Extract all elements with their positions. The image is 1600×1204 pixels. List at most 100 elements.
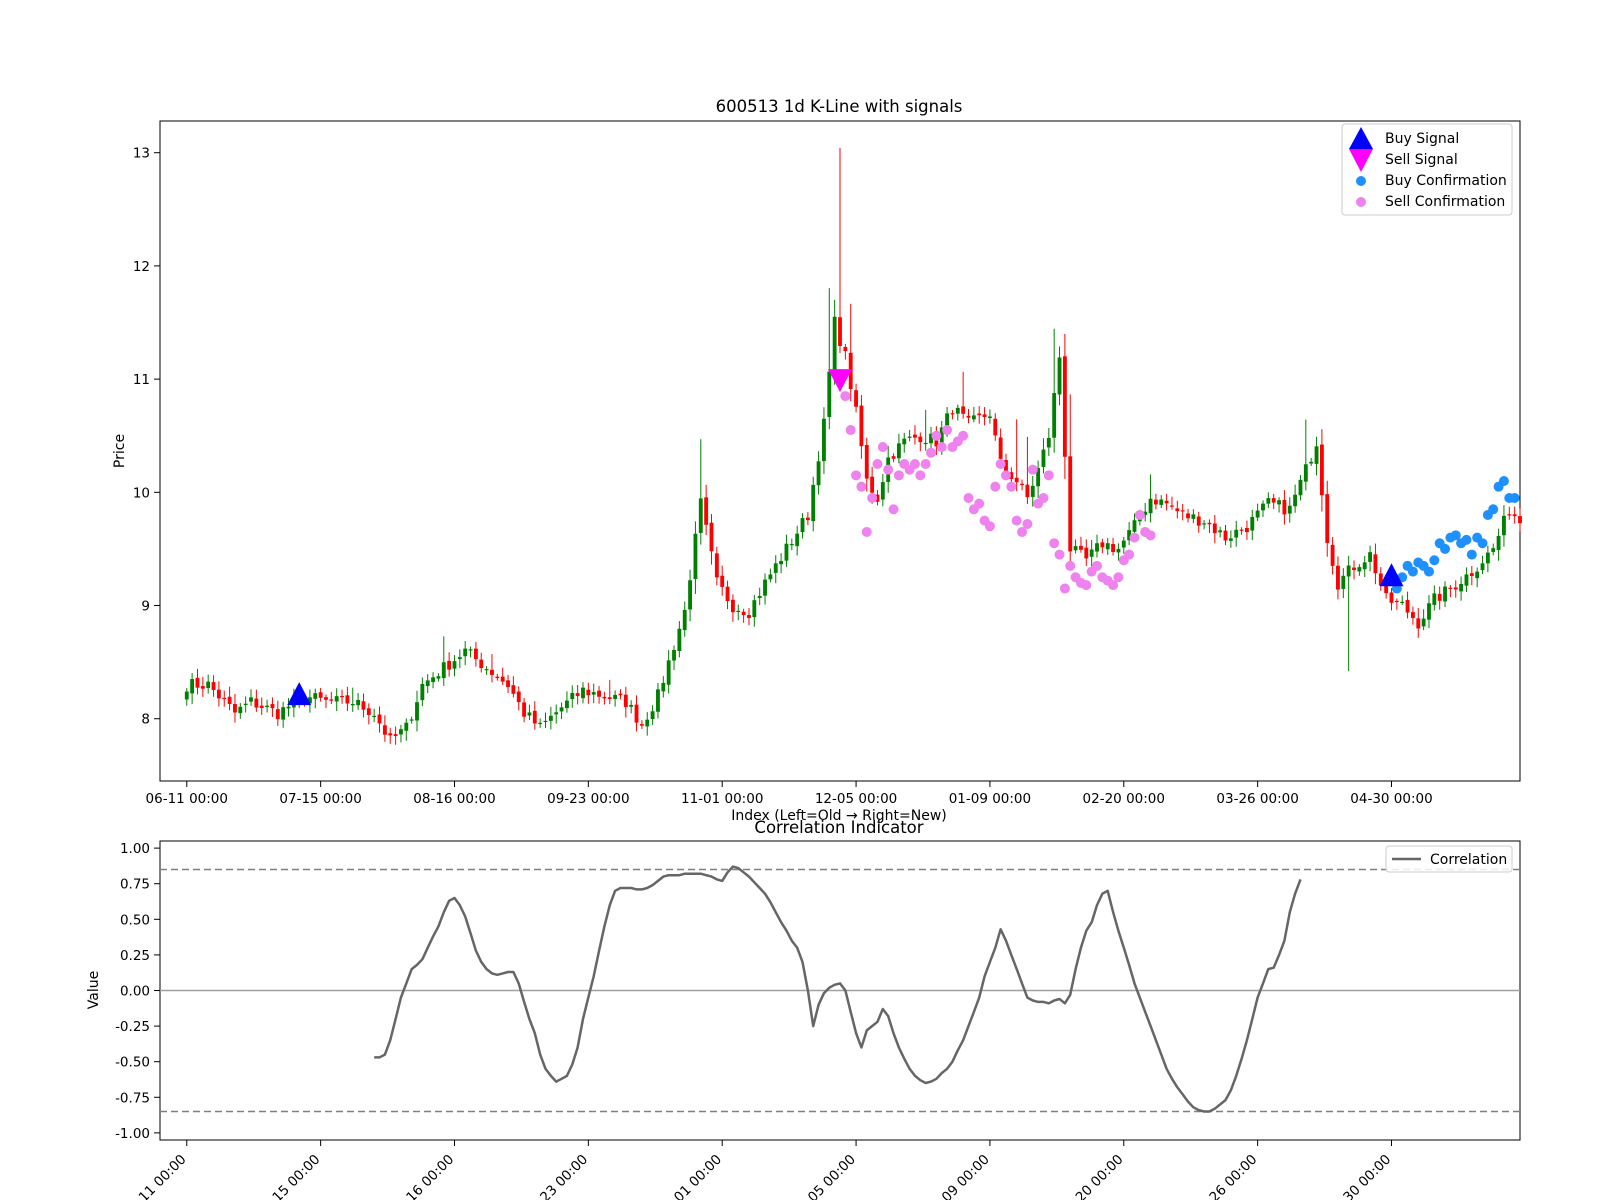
sell-confirmation-point [888,504,899,515]
candle-body [570,692,575,700]
correlation-y-tick-label: -0.75 [115,1090,150,1106]
kline-y-tick-label: 10 [133,485,150,501]
candle-body [548,715,553,721]
sell-confirmation-point [856,481,867,492]
candle-body [639,724,644,726]
candle-body [656,689,660,712]
candle-body [1346,565,1351,577]
candle-body [795,533,800,547]
candle-body [650,711,655,720]
candle-body [1459,583,1464,592]
candle-body [784,543,789,561]
legend-correlation-label: Correlation [1430,852,1507,868]
candle-body [1405,600,1410,613]
sell-confirmation-point [1006,481,1017,492]
candle-body [709,522,714,552]
buy-confirmation-point [1477,538,1488,549]
sell-confirmation-point [1129,532,1140,543]
sell-confirmation-point [926,447,937,458]
candle-body [688,580,693,610]
candle-body [233,704,237,713]
candle-body [597,690,601,697]
candle-body [714,553,719,578]
candle-body [495,676,500,679]
sell-confirmation-point [1011,515,1022,526]
candle-body [1207,522,1212,525]
candle-body [629,704,634,707]
candle-body [1410,612,1415,618]
kline-y-tick-label: 13 [133,146,150,162]
candle-body [998,437,1003,459]
candle-body [1245,527,1249,533]
candle-body [1389,592,1394,603]
candle-body [324,697,328,700]
candle-body [1202,523,1207,525]
candle-body [1352,567,1356,571]
candle-body [457,657,462,660]
candle-body [1394,600,1399,603]
candle-body [720,575,725,587]
candle-body [382,725,387,735]
candle-body [730,599,735,613]
candle-body [961,406,966,414]
candle-body [634,704,639,723]
kline-y-tick-label: 11 [133,372,150,388]
sell-confirmation-point [1022,519,1033,530]
candle-body [270,704,275,709]
candle-body [1020,483,1024,485]
candle-body [350,703,355,706]
sell-confirmation-point [1049,538,1060,549]
candle-body [1030,485,1035,497]
candle-body [1228,538,1233,541]
kline-x-tick-label: 07-15 00:00 [279,791,361,807]
kline-title: 600513 1d K-Line with signals [716,97,963,116]
correlation-y-tick-label: -1.00 [115,1126,150,1142]
candle-body [265,705,270,708]
candle-body [516,691,521,703]
candle-body [698,498,703,533]
correlation-y-tick-label: -0.25 [115,1019,150,1035]
buy-confirmation-point [1440,543,1451,554]
candle-body [500,676,505,682]
candle-body [1196,516,1201,526]
candle-body [543,720,548,723]
candle-body [1341,575,1346,589]
candle-body [1485,552,1490,564]
sell-confirmation-point [1059,583,1070,594]
sell-confirmation-point [942,425,953,436]
kline-x-tick-label: 09-23 00:00 [547,791,629,807]
candle-body [1400,601,1405,604]
sell-confirmation-point [851,470,862,481]
sell-confirmation-point [867,492,878,503]
legend-sell-confirmation-marker [1356,197,1366,207]
sell-confirmation-point [1113,572,1124,583]
candle-body [1014,477,1019,483]
buy-confirmation-point [1509,492,1520,503]
candle-body [1314,446,1319,464]
candle-body [1159,499,1164,505]
candle-body [773,563,778,573]
candle-body [913,434,917,438]
candle-body [1437,593,1442,601]
candle-body [752,600,757,618]
candle-body [1319,444,1324,496]
sell-confirmation-point [974,498,985,509]
candle-body [1496,535,1501,550]
candle-body [388,733,393,736]
candle-body [329,699,334,701]
candle-body [800,518,805,533]
kline-y-tick-label: 12 [133,259,150,275]
candle-body [789,544,794,546]
candle-body [1469,573,1474,577]
candle-body [918,436,923,443]
sell-confirmation-point [1065,560,1076,571]
candle-body [704,497,709,525]
candle-body [254,698,259,708]
candle-body [613,694,618,699]
candle-body [1175,508,1180,512]
candle-body [575,693,580,697]
candle-body [473,648,478,660]
candle-body [511,685,516,694]
candle-body [1480,563,1485,571]
buy-confirmation-point [1429,555,1440,566]
